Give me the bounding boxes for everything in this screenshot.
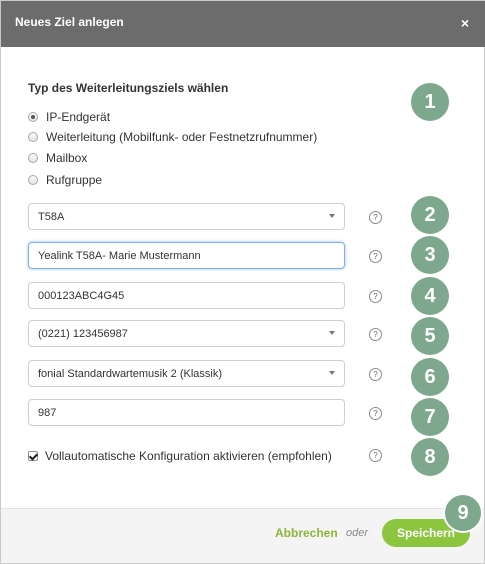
hold-music-select[interactable]: fonial Standardwartemusik 2 (Klassik): [28, 360, 345, 387]
mac-address-input[interactable]: 000123ABC4G45: [28, 282, 345, 309]
step-badge-7: 7: [411, 398, 449, 436]
radio-rufgruppe[interactable]: Rufgruppe: [28, 171, 102, 189]
radio-button[interactable]: [28, 132, 38, 142]
device-name-value: Yealink T58A- Marie Mustermann: [38, 249, 201, 262]
radio-label: Weiterleitung (Mobilfunk- oder Festnetzr…: [46, 130, 318, 144]
extension-value: 987: [38, 406, 57, 419]
device-model-value: T58A: [38, 210, 65, 223]
step-badge-8: 8: [411, 438, 449, 476]
dialog-title: Neues Ziel anlegen: [15, 15, 124, 29]
help-icon[interactable]: ?: [369, 211, 382, 224]
radio-button[interactable]: [28, 153, 38, 163]
help-icon[interactable]: ?: [369, 290, 382, 303]
phone-number-value: (0221) 123456987: [38, 327, 128, 340]
help-icon[interactable]: ?: [369, 250, 382, 263]
step-badge-4: 4: [411, 277, 449, 315]
cancel-link[interactable]: Abbrechen: [275, 526, 338, 540]
help-icon[interactable]: ?: [369, 328, 382, 341]
radio-label: IP-Endgerät: [46, 110, 111, 124]
step-badge-9: 9: [443, 493, 483, 533]
radio-label: Rufgruppe: [46, 173, 103, 187]
device-model-select[interactable]: T58A: [28, 203, 345, 230]
auto-config-label: Vollautomatische Konfiguration aktiviere…: [45, 449, 332, 463]
radio-button-selected[interactable]: [28, 112, 38, 122]
chevron-down-icon: [329, 214, 335, 218]
mac-address-value: 000123ABC4G45: [38, 289, 125, 302]
hold-music-value: fonial Standardwartemusik 2 (Klassik): [38, 367, 223, 380]
radio-weiterleitung[interactable]: Weiterleitung (Mobilfunk- oder Festnetzr…: [28, 128, 317, 146]
chevron-down-icon: [329, 331, 335, 335]
radio-ip-endgeraet[interactable]: IP-Endgerät: [28, 108, 110, 126]
auto-config-checkbox-row[interactable]: Vollautomatische Konfiguration aktiviere…: [28, 448, 332, 464]
extension-input[interactable]: 987: [28, 399, 345, 426]
step-badge-1: 1: [411, 83, 449, 121]
section-title: Typ des Weiterleitungsziels wählen: [28, 81, 229, 95]
auto-config-checkbox[interactable]: [28, 451, 38, 461]
phone-number-select[interactable]: (0221) 123456987: [28, 320, 345, 347]
or-separator: oder: [346, 527, 369, 539]
help-icon[interactable]: ?: [369, 449, 382, 462]
device-name-input[interactable]: Yealink T58A- Marie Mustermann: [28, 242, 345, 269]
help-icon[interactable]: ?: [369, 368, 382, 381]
help-icon[interactable]: ?: [369, 407, 382, 420]
step-badge-5: 5: [411, 317, 449, 355]
close-icon[interactable]: ×: [456, 12, 474, 34]
chevron-down-icon: [329, 371, 335, 375]
radio-mailbox[interactable]: Mailbox: [28, 149, 87, 167]
dialog-titlebar: Neues Ziel anlegen ×: [1, 1, 485, 47]
step-badge-3: 3: [411, 236, 449, 274]
radio-label: Mailbox: [46, 151, 88, 165]
radio-button[interactable]: [28, 175, 38, 185]
step-badge-2: 2: [411, 196, 449, 234]
step-badge-6: 6: [411, 358, 449, 396]
new-target-dialog: Neues Ziel anlegen × Typ des Weiterleitu…: [0, 0, 485, 564]
